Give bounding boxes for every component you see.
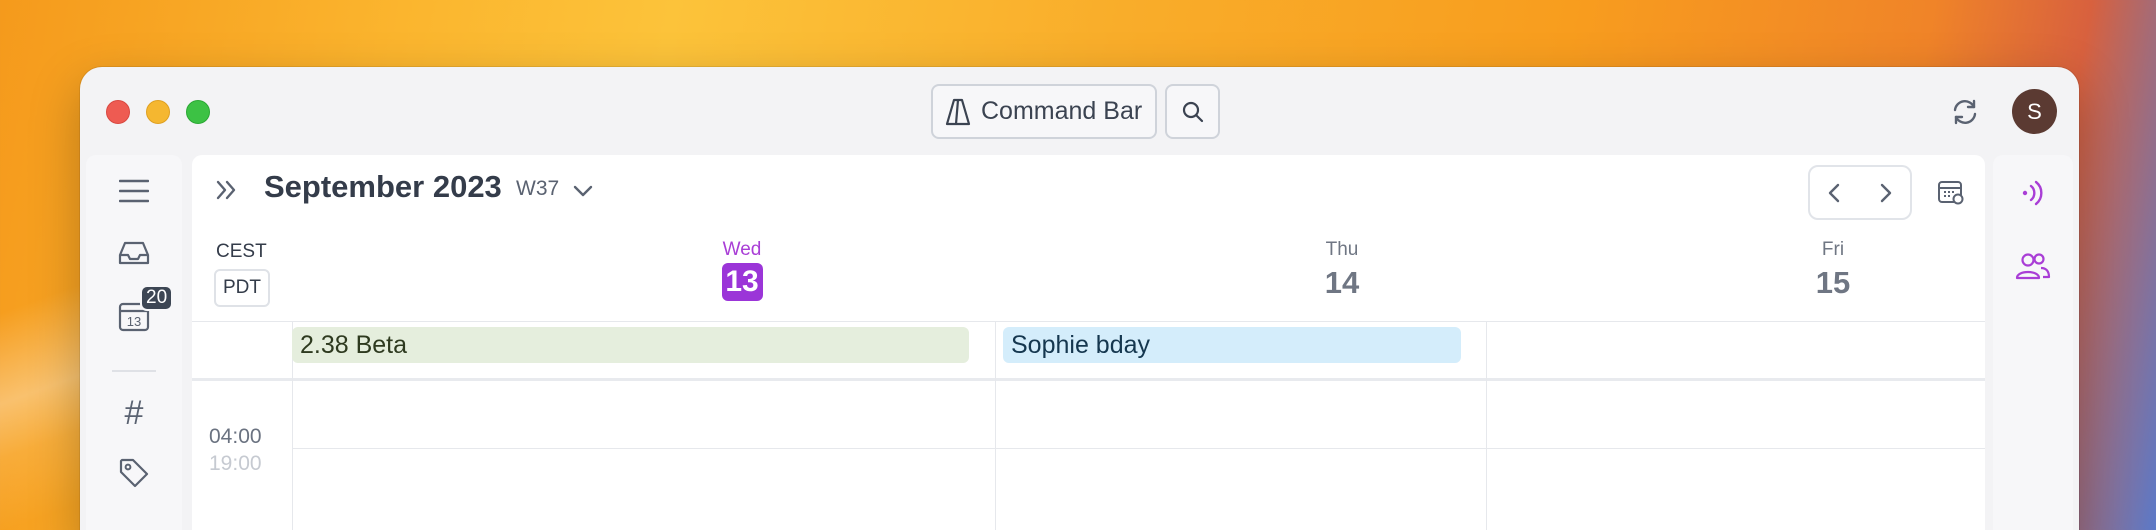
- app-window: Command Bar S 13 20 # September 2023 W37…: [80, 67, 2079, 530]
- broadcast-icon[interactable]: [2017, 177, 2049, 209]
- window-close-button[interactable]: [106, 100, 130, 124]
- chevron-right-icon: [1880, 183, 1892, 202]
- day-number: 13: [721, 263, 763, 301]
- timezone-primary: CEST: [216, 241, 267, 262]
- day-column-divider: [995, 321, 996, 530]
- left-sidebar: 13 20 #: [86, 155, 182, 530]
- calendar-settings-icon[interactable]: [1937, 179, 1965, 207]
- calendar-badge: 20: [140, 285, 174, 311]
- people-icon[interactable]: [2015, 251, 2051, 281]
- day-header-fri[interactable]: Fri 15: [1778, 239, 1888, 301]
- search-button[interactable]: [1165, 84, 1220, 139]
- search-icon: [1182, 101, 1203, 122]
- chevron-down-icon[interactable]: [571, 179, 595, 203]
- hashtag-icon[interactable]: #: [116, 394, 152, 432]
- day-name: Wed: [722, 239, 762, 260]
- all-day-event[interactable]: Sophie bday: [1003, 327, 1461, 363]
- sync-icon[interactable]: [1950, 97, 1980, 127]
- date-navigation: [1808, 165, 1912, 220]
- day-name: Fri: [1821, 239, 1845, 260]
- command-bar-icon: [945, 98, 971, 125]
- all-day-divider: [192, 378, 1985, 381]
- previous-week-button[interactable]: [1810, 167, 1860, 218]
- window-maximize-button[interactable]: [186, 100, 210, 124]
- calendar-icon-day: 13: [127, 314, 141, 329]
- time-label-secondary: 19:00: [209, 452, 262, 475]
- window-minimize-button[interactable]: [146, 100, 170, 124]
- avatar[interactable]: S: [2012, 89, 2057, 134]
- next-week-button[interactable]: [1860, 167, 1910, 218]
- day-name: Thu: [1325, 239, 1359, 260]
- header-divider: [192, 321, 1985, 322]
- day-number: 15: [1815, 265, 1851, 300]
- chevron-left-icon: [1828, 183, 1840, 202]
- command-bar-label: Command Bar: [981, 97, 1143, 125]
- menu-icon[interactable]: [116, 173, 152, 209]
- sidebar-divider: [112, 370, 156, 372]
- day-number: 14: [1324, 265, 1360, 300]
- right-sidebar: [1993, 155, 2073, 530]
- day-header-wed[interactable]: Wed 13: [687, 239, 797, 301]
- hour-line: [292, 448, 1985, 449]
- inbox-icon[interactable]: [116, 235, 152, 271]
- tag-icon[interactable]: [116, 455, 152, 491]
- time-label-primary: 04:00: [209, 425, 262, 448]
- month-title[interactable]: September 2023: [264, 169, 502, 205]
- week-number: W37: [516, 177, 560, 200]
- expand-sidebar-icon[interactable]: [212, 175, 242, 205]
- day-header-thu[interactable]: Thu 14: [1287, 239, 1397, 301]
- titlebar: Command Bar S: [80, 67, 2079, 155]
- day-column-divider: [1486, 321, 1487, 530]
- all-day-event[interactable]: 2.38 Beta: [292, 327, 969, 363]
- calendar-main: September 2023 W37 CEST PDT Wed 13 Thu 1…: [192, 155, 1985, 530]
- timezone-secondary-button[interactable]: PDT: [214, 269, 270, 307]
- command-bar-button[interactable]: Command Bar: [931, 84, 1157, 139]
